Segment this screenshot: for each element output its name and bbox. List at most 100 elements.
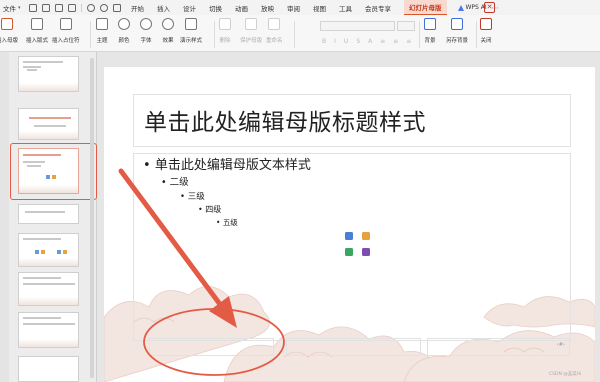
font-color-icon[interactable]: A [368,38,372,45]
rename-icon [268,18,281,30]
menu-view[interactable]: 视图 [313,3,326,13]
separator [419,21,420,48]
thumbnail-layout-4[interactable] [18,204,79,224]
thumb-text-line [23,66,41,68]
font-name-select[interactable] [320,21,395,31]
close-master-view-icon[interactable]: ✕ [484,2,495,13]
italic-icon[interactable]: I [334,38,336,45]
insert-video-icon[interactable] [362,248,370,256]
underline-icon[interactable]: U [344,38,348,45]
main-menus: 开始 插入 设计 切换 动画 放映 审阅 视图 工具 会员专享 幻灯片母版 WP… [131,0,499,15]
footer-placeholder[interactable] [286,338,421,356]
separator [476,21,477,48]
thumbnail-layout-7[interactable] [18,312,79,348]
strike-icon[interactable]: S [356,38,360,45]
colors-button[interactable]: 颜色 [118,18,130,44]
more-icon[interactable] [113,3,121,12]
date-placeholder[interactable] [149,338,274,356]
effects-button[interactable]: 效果 [162,18,174,44]
theme-button[interactable]: 主题 [96,18,108,44]
close-button[interactable]: 关闭 [480,18,492,44]
slide-number-text: ‹#› [556,342,565,348]
background-button[interactable]: 背景 [424,18,436,44]
file-menu[interactable]: 文件 ▾ [0,3,26,13]
menu-bar: 文件 ▾ 开始 插入 设计 切换 动画 放映 审阅 视图 工具 会员专享 幻灯片… [0,0,600,15]
background-style-icon [185,18,197,30]
menu-design[interactable]: 设计 [183,3,196,13]
menu-insert[interactable]: 插入 [157,3,170,13]
text-level-1[interactable]: • 单击此处编辑母版文本样式 [143,154,311,173]
menu-review[interactable]: 审阅 [287,3,300,13]
palette-icon [118,18,130,30]
thumb-picture-icon [35,250,39,254]
align-center-icon[interactable]: ≡ [393,38,398,45]
print-icon[interactable] [55,3,63,12]
thumb-picture-icon [57,250,61,254]
align-right-icon[interactable]: ≡ [406,38,411,45]
insert-master-icon [1,18,13,30]
format-buttons-disabled: B I U S A ≡ ≡ ≡ [322,38,411,45]
watermark: CSDN @韭菜Hi [549,372,582,377]
background-label: 背景 [424,38,436,44]
colors-label: 颜色 [118,38,130,44]
menu-slideshow[interactable]: 放映 [261,3,274,13]
insert-table-icon[interactable] [345,248,353,256]
font-size-select[interactable] [397,21,415,31]
thumb-cloud-decor [19,339,78,347]
insert-placeholder-button[interactable]: 插入占位符 [52,18,80,44]
close-label: 关闭 [480,38,492,44]
print-preview-icon[interactable] [42,3,50,12]
text-level-3-label: 三级 [187,192,205,202]
thumbnail-scrollbar[interactable] [90,58,94,378]
thumbnail-title-layout[interactable] [18,108,79,140]
thumb-title-line [29,117,71,119]
menu-tools[interactable]: 工具 [339,3,352,13]
undo-icon[interactable] [87,3,95,12]
thumbnail-layout-5[interactable] [18,233,79,267]
redo-icon[interactable] [100,3,108,12]
thumb-title-line [23,277,61,279]
thumb-text-line [23,323,75,325]
wps-ai-button[interactable]: WPS AI [457,4,487,11]
save-icon[interactable] [29,3,37,12]
insert-layout-label: 插入版式 [26,38,49,44]
thumbnail-master[interactable] [18,56,79,92]
tab-slide-master[interactable]: 幻灯片母版 [404,0,447,15]
thumbnail-layout-6[interactable] [18,272,79,306]
text-level-4[interactable]: • 四级 [198,204,221,215]
preserve-master-button[interactable]: 保护母版 [240,18,262,44]
text-level-4-label: 四级 [205,205,222,214]
thumbnail-layout-8[interactable] [18,356,79,382]
slide-number-placeholder[interactable]: ‹#› [427,338,570,356]
delete-button[interactable]: 删除 [219,18,231,44]
menu-animation[interactable]: 动画 [235,3,248,13]
file-menu-label: 文件 [3,4,16,13]
body-placeholder[interactable] [133,153,571,341]
insert-master-button[interactable]: 插入母版 [0,18,18,44]
master-title-text[interactable]: 单击此处编辑母版标题样式 [144,103,426,137]
background-style-button[interactable]: 演示样式 [180,18,202,44]
font-icon [140,18,152,30]
save-background-button[interactable]: 另存背景 [446,18,468,44]
text-level-5-label: 五级 [222,218,238,227]
text-level-2[interactable]: • 二级 [161,174,189,188]
bold-icon[interactable]: B [322,38,326,45]
menu-home[interactable]: 开始 [131,3,144,13]
thumb-chart-icon [41,250,45,254]
thumb-chart-icon [63,250,67,254]
insert-layout-button[interactable]: 插入版式 [26,18,48,44]
align-left-icon[interactable]: ≡ [380,38,385,45]
effects-icon [162,18,174,30]
insert-picture-icon[interactable] [345,232,353,240]
rename-button[interactable]: 重命名 [266,18,283,44]
menu-member[interactable]: 会员专享 [365,3,391,13]
insert-chart-icon[interactable] [362,232,370,240]
export-pdf-icon[interactable] [68,3,76,12]
fonts-button[interactable]: 字体 [140,18,152,44]
separator [81,3,82,12]
delete-icon [219,18,231,30]
thumb-text-line [23,283,75,285]
text-level-5[interactable]: • 五级 [216,217,238,228]
menu-transitions[interactable]: 切换 [209,3,222,13]
text-level-3[interactable]: • 三级 [180,190,205,202]
